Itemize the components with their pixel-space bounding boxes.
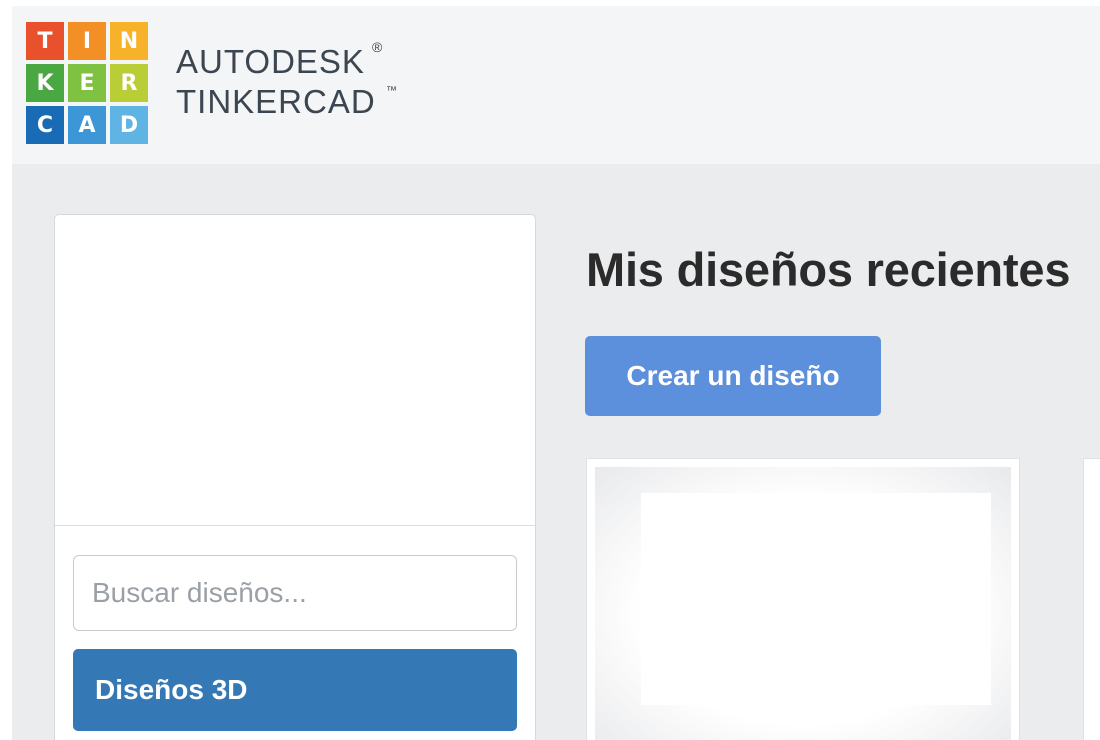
design-preview [595,467,1011,740]
sidebar-divider [55,525,535,526]
sidebar-item-label: Diseños 3D [95,674,248,705]
trademark-mark: ™ [386,85,398,97]
logo-tile-n: N [110,22,148,60]
design-card[interactable] [586,458,1020,740]
logo-tile-d: D [110,106,148,144]
sidebar-item-3d-designs[interactable]: Diseños 3D [73,649,517,731]
search-designs-input[interactable] [73,555,517,631]
logo-tile-k: K [26,64,64,102]
page-title: Mis diseños recientes [586,243,1071,296]
design-thumbnail [641,493,991,705]
logo-tile-c: C [26,106,64,144]
app-frame: T I N K E R C A D AUTODESK ® TINKERCAD ™… [12,6,1100,740]
brand-tinkercad-text: TINKERCAD [176,83,376,120]
brand-line-autodesk: AUTODESK ® [176,40,382,82]
logo-tile-i: I [68,22,106,60]
logo-tile-r: R [110,64,148,102]
tinkercad-logo[interactable]: T I N K E R C A D [26,22,148,144]
design-card[interactable] [1083,458,1100,740]
profile-sidebar: Diseños 3D [54,214,536,740]
avatar[interactable] [139,235,445,507]
create-design-button[interactable]: Crear un diseño [585,336,881,416]
logo-tile-a: A [68,106,106,144]
logo-tile-t: T [26,22,64,60]
top-header: T I N K E R C A D AUTODESK ® TINKERCAD ™ [12,6,1100,164]
logo-tile-e: E [68,64,106,102]
brand-autodesk-text: AUTODESK [176,43,365,80]
brand-wordmark[interactable]: AUTODESK ® TINKERCAD ™ [176,40,397,122]
registered-mark: ® [372,39,384,55]
brand-line-tinkercad: TINKERCAD ™ [176,82,397,122]
